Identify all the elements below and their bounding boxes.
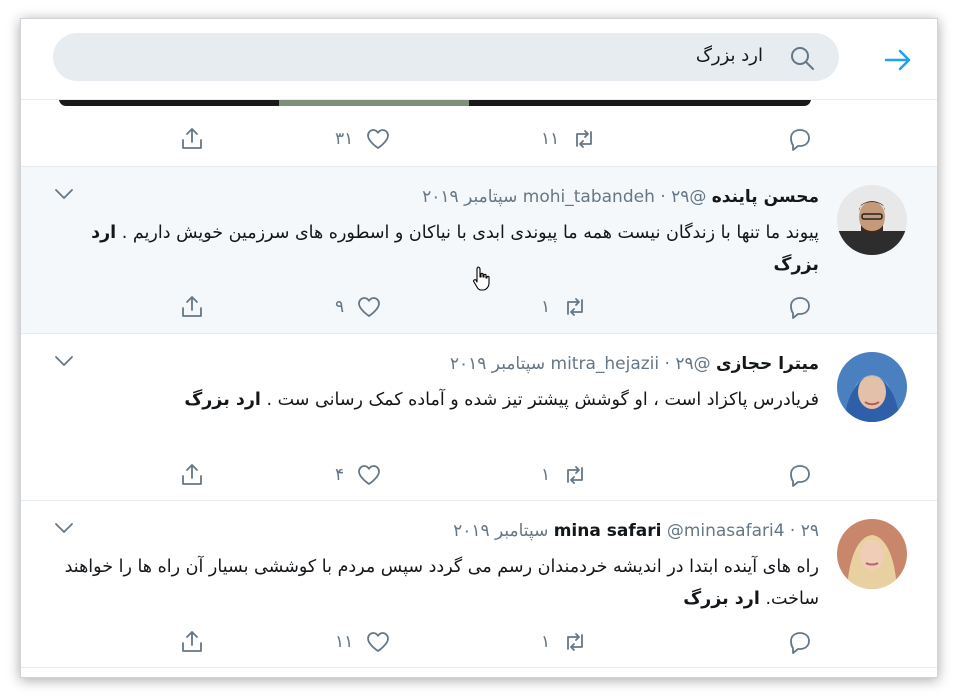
tweet-header: محسن پاینده @mohi_tabandeh · ۲۹ سپتامبر … [422, 185, 819, 209]
like-count: ۴ [335, 465, 345, 485]
tweet-actions: ۱ ۴ [21, 460, 937, 490]
user-handle[interactable]: @minasafari4 [667, 521, 785, 541]
retweet-button[interactable]: ۱ [541, 460, 588, 490]
share-icon [182, 296, 202, 317]
heart-icon [367, 129, 390, 149]
heart-icon [358, 297, 381, 317]
separator-dot: · [660, 187, 666, 207]
reply-button[interactable] [787, 292, 813, 322]
chevron-down-icon[interactable] [53, 352, 75, 370]
share-icon [182, 128, 202, 149]
heart-icon [367, 632, 390, 652]
reply-icon [790, 632, 810, 654]
tweet-text: راه های آینده ابتدا در اندیشه خردمندان ر… [53, 551, 819, 615]
hand-cursor-icon [473, 266, 490, 291]
separator-dot: · [789, 521, 796, 541]
tweet-item[interactable]: میترا حجازی @mitra_hejazii · ۲۹ سپتامبر … [21, 334, 937, 501]
tweet-text: فریادرس پاکزاد است ، او گوشش پیشتر تیز ش… [53, 384, 819, 416]
reply-icon [790, 297, 810, 319]
display-name[interactable]: میترا حجازی [716, 354, 819, 374]
tweet-actions: ۱۱ ۳۱ [21, 124, 937, 154]
retweet-count: ۱ [541, 297, 551, 317]
like-count: ۱۱ [335, 632, 354, 652]
retweet-button[interactable]: ۱ [541, 292, 588, 322]
retweet-count: ۱ [541, 632, 551, 652]
tweet-actions: ۱ ۱۱ [21, 627, 937, 657]
tweet-text-content: فریادرس پاکزاد است ، او گوشش پیشتر تیز ش… [266, 390, 820, 410]
share-button[interactable] [179, 292, 205, 322]
like-count: ۹ [335, 297, 345, 317]
hashtag-link[interactable]: ارد بزرگ [184, 390, 261, 410]
tweet-header: میترا حجازی @mitra_hejazii · ۲۹ سپتامبر … [450, 352, 819, 376]
avatar[interactable] [837, 185, 907, 255]
like-button[interactable]: ۳۱ [335, 124, 391, 154]
share-button[interactable] [179, 124, 205, 154]
hashtag-link[interactable]: ارد بزرگ [683, 589, 760, 609]
share-button[interactable] [179, 460, 205, 490]
tweet-text: پیوند ما تنها با زندگان نیست همه ما پیون… [53, 217, 819, 281]
retweet-icon [576, 130, 593, 148]
search-icon[interactable] [789, 45, 815, 71]
tweet-partial[interactable]: ۱۱ ۳۱ [21, 99, 937, 167]
tweet-text-content: پیوند ما تنها با زندگان نیست همه ما پیون… [121, 223, 819, 243]
search-query[interactable]: ارد بزرگ [696, 45, 763, 66]
retweet-icon [567, 466, 584, 484]
search-input[interactable]: ارد بزرگ [53, 33, 839, 81]
reply-icon [790, 129, 810, 151]
display-name[interactable]: mina safari [554, 521, 662, 541]
like-button[interactable]: ۴ [335, 460, 382, 490]
tweet-media[interactable] [59, 99, 811, 106]
share-icon [182, 631, 202, 652]
chevron-down-icon[interactable] [53, 519, 75, 537]
retweet-button[interactable]: ۱۱ [541, 124, 597, 154]
retweet-icon [567, 633, 584, 651]
like-count: ۳۱ [335, 129, 354, 149]
reply-button[interactable] [787, 627, 813, 657]
chevron-down-icon[interactable] [53, 185, 75, 203]
separator-dot: · [664, 354, 670, 374]
tweet-item[interactable]: mina safari @minasafari4 · ۲۹ سپتامبر ۲۰… [21, 501, 937, 668]
heart-icon [358, 465, 381, 485]
search-header: ارد بزرگ [21, 19, 937, 100]
tweet-item[interactable]: محسن پاینده @mohi_tabandeh · ۲۹ سپتامبر … [21, 167, 937, 334]
avatar[interactable] [837, 352, 907, 422]
tweet-header: mina safari @minasafari4 · ۲۹ سپتامبر ۲۰… [453, 519, 819, 543]
share-button[interactable] [179, 627, 205, 657]
like-button[interactable]: ۱۱ [335, 627, 391, 657]
retweet-button[interactable]: ۱ [541, 627, 588, 657]
reply-button[interactable] [787, 124, 813, 154]
back-arrow-icon[interactable] [883, 45, 913, 75]
browser-window: ارد بزرگ ۱۱ ۳۱ محسن پاینده @mohi_tabande… [20, 18, 938, 678]
reply-icon [790, 465, 810, 487]
avatar[interactable] [837, 519, 907, 589]
reply-button[interactable] [787, 460, 813, 490]
share-icon [182, 464, 202, 485]
display-name[interactable]: محسن پاینده [712, 187, 819, 207]
retweet-icon [567, 298, 584, 316]
tweet-actions: ۱ ۹ [21, 292, 937, 322]
like-button[interactable]: ۹ [335, 292, 382, 322]
retweet-count: ۱۱ [541, 129, 560, 149]
retweet-count: ۱ [541, 465, 551, 485]
